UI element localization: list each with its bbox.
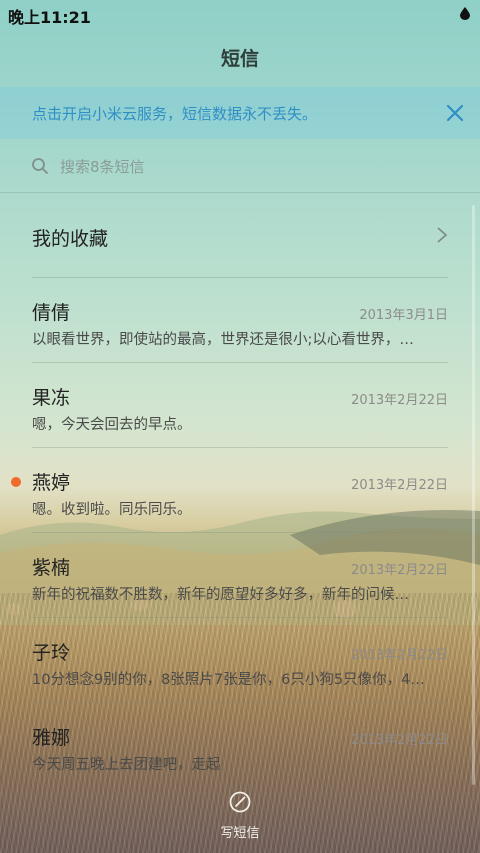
message-date: 2013年2月22日 <box>351 733 448 748</box>
unread-dot <box>11 477 21 487</box>
compose-icon <box>229 791 251 813</box>
conversation-row[interactable]: 雅娜 2013年2月22日 今天周五晚上去团建吧，走起 <box>32 703 448 787</box>
cloud-service-banner[interactable]: 点击开启小米云服务，短信数据永不丢失。 <box>0 87 480 139</box>
message-preview: 10分想念9别的你，8张照片7张是你，6只小狗5只像你，4… <box>32 672 425 688</box>
status-time: 晚上11:21 <box>8 8 91 27</box>
favorites-row[interactable]: 我的收藏 <box>32 193 448 278</box>
message-preview: 新年的祝福数不胜数，新年的愿望好多好多，新年的问候… <box>32 587 409 603</box>
compose-button[interactable]: 写短信 <box>200 788 280 848</box>
contact-name: 子玲 <box>32 642 71 664</box>
conversation-row[interactable]: 倩倩 2013年3月1日 以眼看世界，即使站的最高，世界还是很小;以心看世界，… <box>32 278 448 363</box>
message-date: 2013年3月1日 <box>359 308 448 323</box>
search-input[interactable] <box>58 154 442 180</box>
banner-text[interactable]: 点击开启小米云服务，短信数据永不丢失。 <box>32 103 317 124</box>
contact-name: 紫楠 <box>32 557 71 579</box>
conversation-row[interactable]: 紫楠 2013年2月22日 新年的祝福数不胜数，新年的愿望好多好多，新年的问候… <box>32 533 448 618</box>
chevron-right-icon <box>437 227 448 243</box>
conversation-row[interactable]: 燕婷 2013年2月22日 嗯。收到啦。同乐同乐。 <box>11 448 448 533</box>
search-bar[interactable] <box>0 140 480 193</box>
title-bar: 短信 <box>0 28 480 86</box>
water-drop-icon <box>460 7 470 20</box>
message-preview: 嗯，今天会回去的早点。 <box>32 417 192 433</box>
message-date: 2013年2月22日 <box>351 393 448 408</box>
close-icon[interactable] <box>444 102 466 124</box>
favorites-label: 我的收藏 <box>32 228 109 250</box>
message-date: 2013年2月22日 <box>351 478 448 493</box>
contact-name: 燕婷 <box>32 472 71 494</box>
message-date: 2013年2月22日 <box>351 648 448 663</box>
contact-name: 果冻 <box>32 387 71 409</box>
conversation-row[interactable]: 果冻 2013年2月22日 嗯，今天会回去的早点。 <box>32 363 448 448</box>
message-preview: 今天周五晚上去团建吧，走起 <box>32 757 221 773</box>
message-preview: 嗯。收到啦。同乐同乐。 <box>32 502 192 518</box>
scrollbar[interactable] <box>472 205 475 785</box>
compose-label: 写短信 <box>220 826 260 841</box>
contact-name: 倩倩 <box>32 302 71 324</box>
search-icon <box>32 158 48 174</box>
message-preview: 以眼看世界，即使站的最高，世界还是很小;以心看世界，… <box>32 332 414 348</box>
contact-name: 雅娜 <box>32 727 71 749</box>
message-date: 2013年2月22日 <box>351 563 448 578</box>
status-bar: 晚上11:21 <box>0 0 480 28</box>
page-title: 短信 <box>220 47 259 70</box>
conversation-row[interactable]: 子玲 2013年2月22日 10分想念9别的你，8张照片7张是你，6只小狗5只像… <box>32 618 448 703</box>
conversation-list: 我的收藏 倩倩 2013年3月1日 以眼看世界，即使站的最高，世界还是很小;以心… <box>0 193 480 787</box>
